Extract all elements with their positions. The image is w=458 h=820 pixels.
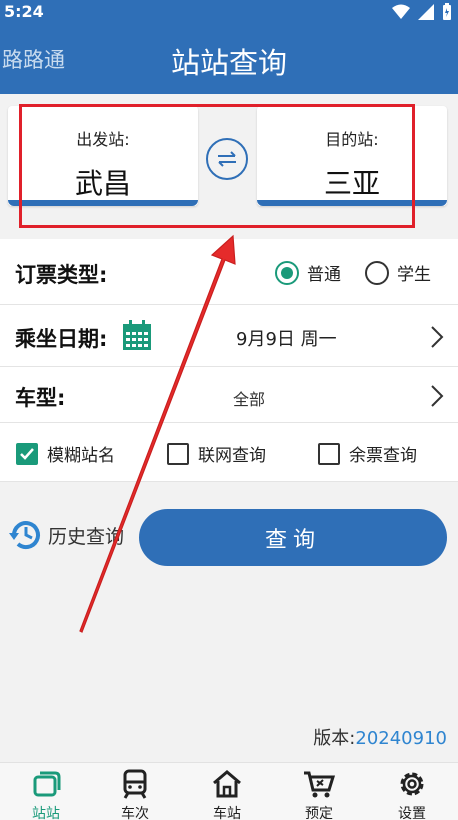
train-type-value: 全部: [233, 390, 266, 409]
from-station-value: 武昌: [74, 167, 131, 200]
bottom-nav: 站站 车次 车站 预定 设置: [0, 762, 458, 820]
wifi-icon: [392, 4, 410, 19]
nav-item-train-number[interactable]: 车次: [89, 763, 181, 820]
from-station-label: 出发站:: [76, 130, 130, 149]
query-button[interactable]: 查询: [139, 509, 447, 566]
checkbox-box: [167, 442, 189, 465]
fuzzy-station-checkbox[interactable]: 模糊站名: [16, 441, 115, 466]
ticket-type-label: 订票类型:: [15, 263, 108, 287]
cart-icon: [304, 771, 336, 798]
signal-icon: [418, 4, 434, 20]
version-info: 版本:20240910: [313, 724, 447, 750]
nav-label-station: 车站: [213, 806, 241, 820]
ticket-type-student-radio[interactable]: 学生: [365, 260, 431, 285]
divider: [0, 481, 458, 482]
version-number: 20240910: [355, 728, 447, 749]
online-query-label: 联网查询: [198, 446, 266, 466]
chevron-right-icon: [431, 326, 444, 348]
train-icon: [123, 769, 147, 799]
radio-circle: [365, 260, 389, 285]
ticket-type-row: 订票类型: 普通 学生: [0, 239, 458, 305]
radio-circle: [275, 260, 299, 285]
remaining-tickets-label: 余票查询: [349, 446, 417, 466]
online-query-checkbox[interactable]: 联网查询: [167, 441, 266, 466]
from-station-card[interactable]: 出发站: 武昌: [8, 106, 198, 206]
ticket-type-normal-label: 普通: [307, 265, 341, 285]
remaining-tickets-checkbox[interactable]: 余票查询: [318, 441, 417, 466]
ticket-type-student-label: 学生: [397, 265, 431, 285]
status-icons: [392, 3, 452, 21]
nav-label-train-number: 车次: [121, 806, 149, 820]
train-type-row[interactable]: 车型: 全部: [0, 367, 458, 423]
nav-item-station-to-station[interactable]: 站站: [0, 763, 92, 820]
fuzzy-station-label: 模糊站名: [47, 446, 115, 466]
date-row[interactable]: 乘坐日期: 9月9日 周一: [0, 305, 458, 367]
history-query-button[interactable]: 历史查询: [8, 517, 124, 553]
gear-icon: [400, 772, 424, 796]
to-station-value: 三亚: [323, 167, 380, 200]
nav-item-station[interactable]: 车站: [181, 763, 273, 820]
train-type-label: 车型:: [15, 386, 66, 410]
history-icon: [9, 521, 40, 550]
to-station-card[interactable]: 目的站: 三亚: [257, 106, 447, 206]
chevron-right-icon: [431, 385, 444, 407]
stack-icon: [33, 771, 61, 797]
station-selector: 出发站: 武昌 目的站: 三亚: [0, 94, 458, 239]
calendar-icon: [123, 320, 151, 350]
nav-label-station-to-station: 站站: [32, 806, 60, 820]
checkbox-box: [16, 442, 38, 465]
app-bar: 路路通 站站查询: [0, 24, 458, 94]
query-form: 订票类型: 普通 学生 乘坐日期: 9月9日 周一 车型: 全部 模糊站名 联网…: [0, 239, 458, 482]
page-title: 站站查询: [170, 46, 287, 80]
nav-item-settings[interactable]: 设置: [366, 763, 458, 820]
swap-stations-button[interactable]: [206, 138, 248, 180]
home-icon: [213, 770, 241, 798]
battery-icon: [443, 3, 451, 20]
checkmark-icon: [20, 447, 34, 460]
checkbox-box: [318, 442, 340, 465]
nav-label-booking: 预定: [305, 806, 333, 820]
date-label: 乘坐日期:: [15, 327, 108, 351]
ticket-type-normal-radio[interactable]: 普通: [275, 260, 341, 285]
history-query-label: 历史查询: [48, 525, 125, 548]
status-bar: 5:24: [0, 0, 458, 24]
version-label: 版本:: [313, 728, 356, 749]
nav-item-booking[interactable]: 预定: [273, 763, 365, 820]
date-value: 9月9日 周一: [236, 329, 337, 350]
nav-label-settings: 设置: [398, 806, 426, 820]
swap-arrows-icon: [218, 151, 236, 167]
options-row: 模糊站名 联网查询 余票查询: [0, 423, 458, 482]
status-time: 5:24: [4, 2, 44, 21]
to-station-label: 目的站:: [325, 130, 379, 149]
